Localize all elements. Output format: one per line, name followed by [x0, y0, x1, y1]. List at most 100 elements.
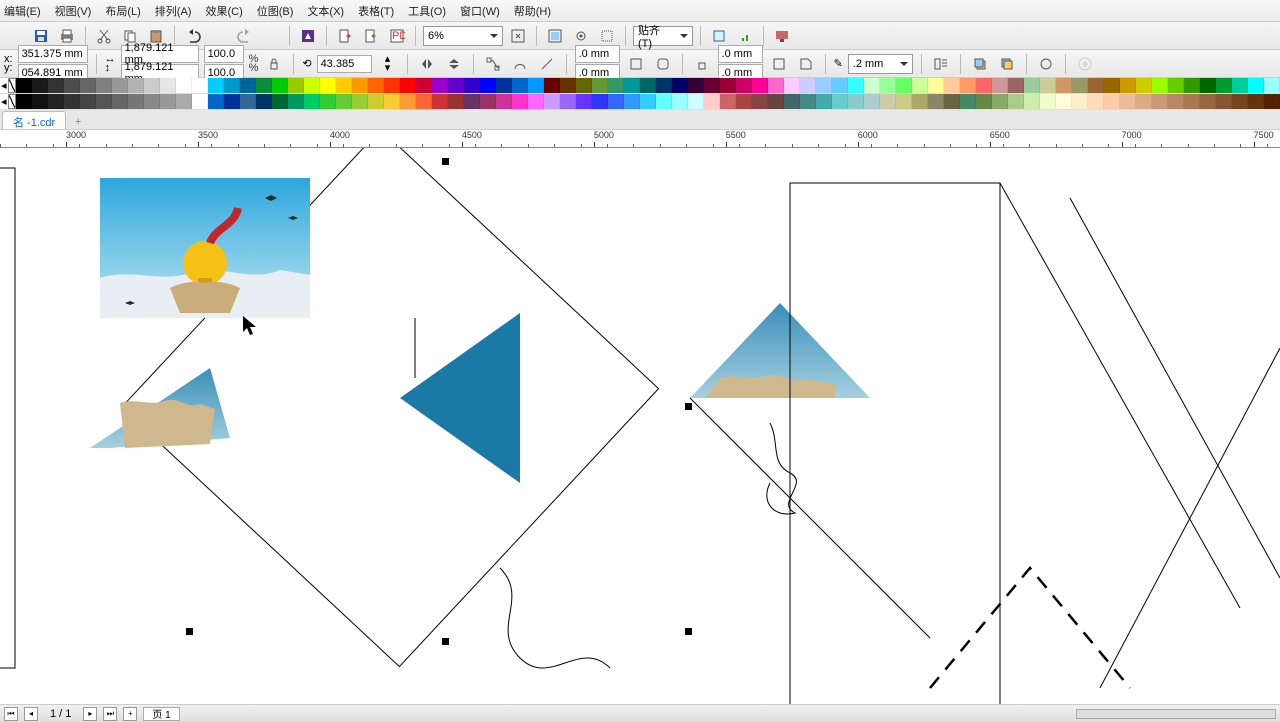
line-button[interactable]: [536, 53, 558, 75]
color-swatch[interactable]: [160, 94, 176, 109]
color-swatch[interactable]: [1024, 94, 1040, 109]
color-swatch[interactable]: [32, 78, 48, 93]
color-swatch[interactable]: [288, 94, 304, 109]
color-swatch[interactable]: [192, 94, 208, 109]
color-swatch[interactable]: [208, 94, 224, 109]
color-swatch[interactable]: [896, 78, 912, 93]
color-swatch[interactable]: [896, 94, 912, 109]
snap-guide-button[interactable]: [596, 25, 618, 47]
corner3-button[interactable]: [768, 53, 790, 75]
color-swatch[interactable]: [176, 78, 192, 93]
color-swatch[interactable]: [1040, 78, 1056, 93]
color-swatch[interactable]: [768, 78, 784, 93]
color-swatch[interactable]: [704, 94, 720, 109]
color-swatch[interactable]: [1136, 94, 1152, 109]
color-swatch[interactable]: [1040, 94, 1056, 109]
color-swatch[interactable]: [96, 94, 112, 109]
color-swatch[interactable]: [16, 94, 32, 109]
color-swatch[interactable]: [80, 94, 96, 109]
next-page-button[interactable]: ▸: [83, 707, 97, 721]
node-edit-button[interactable]: [482, 53, 504, 75]
color-swatch[interactable]: [480, 94, 496, 109]
color-swatch[interactable]: [320, 94, 336, 109]
color-swatch[interactable]: [592, 78, 608, 93]
color-swatch[interactable]: [832, 78, 848, 93]
color-swatch[interactable]: [1088, 78, 1104, 93]
color-swatch[interactable]: [1104, 78, 1120, 93]
mirror-v-button[interactable]: [443, 53, 465, 75]
last-page-button[interactable]: ⏭: [103, 707, 117, 721]
first-page-button[interactable]: ⏮: [4, 707, 18, 721]
color-swatch[interactable]: [880, 94, 896, 109]
color-swatch[interactable]: [608, 94, 624, 109]
app-options-dropdown[interactable]: [797, 25, 819, 47]
color-palette-2[interactable]: ◂: [0, 94, 1280, 110]
color-swatch[interactable]: [528, 94, 544, 109]
color-swatch[interactable]: [1264, 94, 1280, 109]
color-swatch[interactable]: [1184, 78, 1200, 93]
color-swatch[interactable]: [1248, 94, 1264, 109]
color-swatch[interactable]: [368, 94, 384, 109]
color-swatch[interactable]: [752, 94, 768, 109]
scale-x-input[interactable]: 100.0: [204, 45, 244, 63]
zoom-level-dropdown[interactable]: 6%: [423, 26, 503, 46]
color-swatch[interactable]: [400, 78, 416, 93]
color-swatch[interactable]: [320, 78, 336, 93]
app-options-button[interactable]: [771, 25, 793, 47]
palette1-scroll-left[interactable]: ◂: [0, 78, 8, 93]
color-swatch[interactable]: [128, 94, 144, 109]
color-swatch[interactable]: [64, 78, 80, 93]
color-swatch[interactable]: [1072, 94, 1088, 109]
color-swatch[interactable]: [400, 94, 416, 109]
color-swatch[interactable]: [592, 94, 608, 109]
color-swatch[interactable]: [992, 94, 1008, 109]
launch-button[interactable]: [734, 25, 756, 47]
outline-width-dropdown[interactable]: .2 mm: [848, 54, 913, 74]
color-swatch[interactable]: [944, 94, 960, 109]
color-swatch[interactable]: [848, 78, 864, 93]
color-swatch[interactable]: [576, 78, 592, 93]
to-back-button[interactable]: [996, 53, 1018, 75]
add-document-button[interactable]: +: [70, 115, 86, 129]
color-swatch[interactable]: [1024, 78, 1040, 93]
color-swatch[interactable]: [416, 94, 432, 109]
color-swatch[interactable]: [1120, 94, 1136, 109]
color-swatch[interactable]: [1200, 94, 1216, 109]
color-swatch[interactable]: [752, 78, 768, 93]
palette2-scroll-left[interactable]: ◂: [0, 94, 8, 109]
no-fill-swatch[interactable]: [8, 78, 16, 93]
color-swatch[interactable]: [384, 94, 400, 109]
color-swatch[interactable]: [640, 78, 656, 93]
color-swatch[interactable]: [560, 78, 576, 93]
color-swatch[interactable]: [976, 78, 992, 93]
color-swatch[interactable]: [128, 78, 144, 93]
menu-table[interactable]: 表格(T): [358, 3, 394, 19]
color-swatch[interactable]: [96, 78, 112, 93]
color-swatch[interactable]: [800, 78, 816, 93]
drawing-canvas[interactable]: [0, 148, 1280, 704]
corner4-button[interactable]: [795, 53, 817, 75]
color-swatch[interactable]: [464, 78, 480, 93]
color-swatch[interactable]: [432, 94, 448, 109]
color-swatch[interactable]: [1168, 94, 1184, 109]
color-swatch[interactable]: [1072, 78, 1088, 93]
color-swatch[interactable]: [144, 94, 160, 109]
color-swatch[interactable]: [272, 78, 288, 93]
color-swatch[interactable]: [480, 78, 496, 93]
corner2-button[interactable]: [652, 53, 674, 75]
color-swatch[interactable]: [272, 94, 288, 109]
color-swatch[interactable]: [1264, 78, 1280, 93]
color-swatch[interactable]: [304, 78, 320, 93]
color-swatch[interactable]: [112, 78, 128, 93]
color-swatch[interactable]: [368, 78, 384, 93]
color-swatch[interactable]: [240, 78, 256, 93]
redo-button[interactable]: [234, 25, 256, 47]
color-swatch[interactable]: [336, 94, 352, 109]
options-button[interactable]: [708, 25, 730, 47]
color-swatch[interactable]: [640, 94, 656, 109]
add-button[interactable]: [1074, 53, 1096, 75]
offset3-input[interactable]: .0 mm: [718, 45, 763, 63]
color-swatch[interactable]: [1056, 78, 1072, 93]
color-swatch[interactable]: [448, 94, 464, 109]
color-swatch[interactable]: [1184, 94, 1200, 109]
